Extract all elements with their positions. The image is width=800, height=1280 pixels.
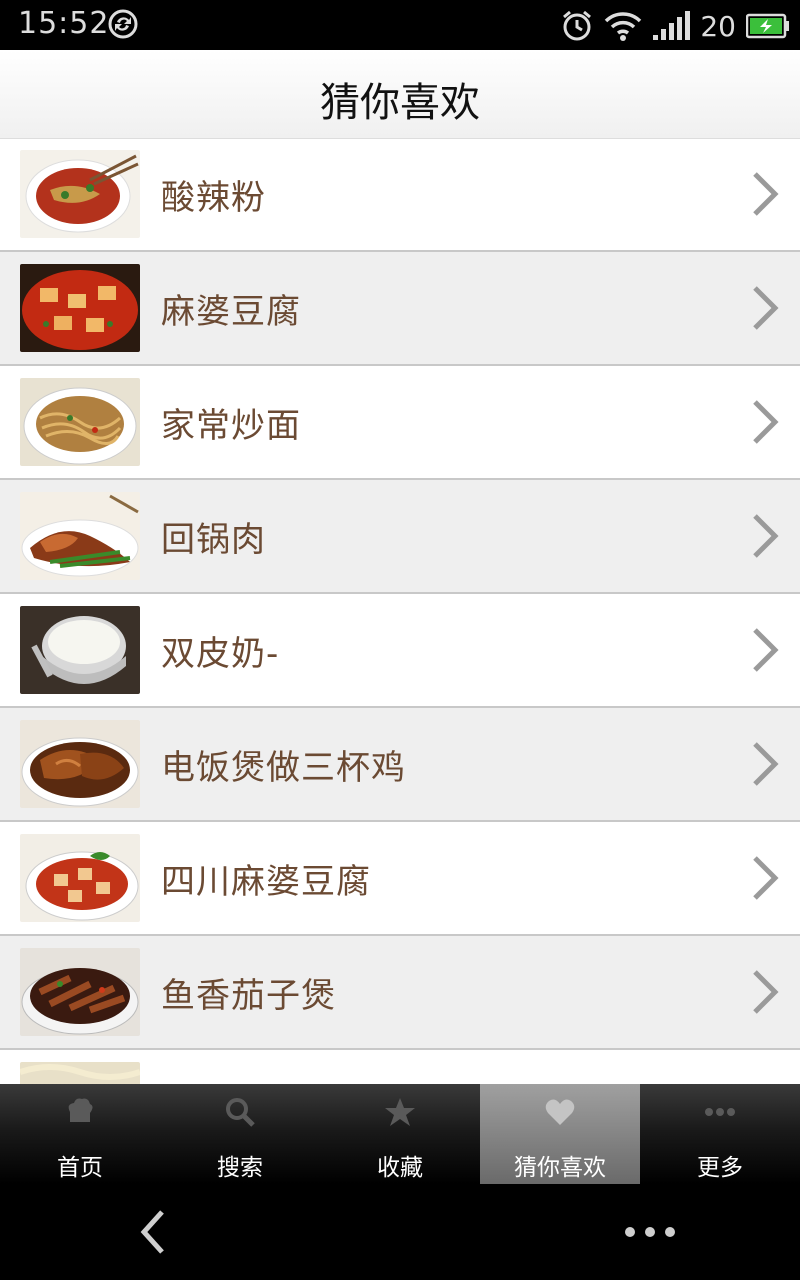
list-item[interactable] <box>0 1050 800 1084</box>
chevron-right-icon <box>753 970 779 1014</box>
tab-label: 更多 <box>697 1155 743 1181</box>
wifi-icon <box>605 12 642 41</box>
tab-label: 收藏 <box>377 1155 423 1181</box>
status-bar: 15:52 20 <box>0 0 800 50</box>
item-label: 麻婆豆腐 <box>161 292 301 332</box>
mapo-tofu-image <box>20 264 140 352</box>
tab-search[interactable]: 搜索 <box>160 1084 320 1184</box>
fried-noodles-image <box>20 378 140 466</box>
chef-hat-icon <box>68 1098 93 1122</box>
item-label: 鱼香茄子煲 <box>161 976 336 1016</box>
sichuan-mapo-tofu-image <box>20 834 140 922</box>
chevron-right-icon <box>753 286 779 330</box>
chevron-right-icon <box>753 400 779 444</box>
item-label: 家常炒面 <box>161 406 301 446</box>
item-label: 电饭煲做三杯鸡 <box>161 748 406 788</box>
list-item[interactable]: 鱼香茄子煲 <box>0 936 800 1050</box>
search-icon <box>226 1098 255 1127</box>
recipe-list[interactable]: 酸辣粉 麻婆豆腐 家常炒面 回锅肉 双皮奶- 电饭煲做三杯鸡 四川麻婆豆腐 鱼香… <box>0 138 800 1084</box>
eggplant-pot-image <box>20 948 140 1036</box>
item-label: 酸辣粉 <box>161 178 266 218</box>
title-bar: 猜你喜欢 <box>0 50 800 139</box>
three-cup-chicken-image <box>20 720 140 808</box>
tab-recommended[interactable]: 猜你喜欢 <box>480 1084 640 1184</box>
list-item[interactable]: 双皮奶- <box>0 594 800 708</box>
list-item[interactable]: 回锅肉 <box>0 480 800 594</box>
back-icon[interactable] <box>136 1208 170 1256</box>
star-icon <box>385 1098 415 1126</box>
twice-cooked-pork-image <box>20 492 140 580</box>
chevron-right-icon <box>753 172 779 216</box>
battery-icon <box>746 13 789 39</box>
tab-label: 搜索 <box>217 1155 263 1181</box>
tab-bar: 首页 搜索 收藏 猜你喜欢 更多 <box>0 1084 800 1184</box>
page-title: 猜你喜欢 <box>320 80 480 126</box>
tab-favorites[interactable]: 收藏 <box>320 1084 480 1184</box>
chevron-right-icon <box>753 514 779 558</box>
sync-icon <box>108 9 138 39</box>
list-item[interactable]: 家常炒面 <box>0 366 800 480</box>
milk-pudding-image <box>20 606 140 694</box>
noodle-dish-image <box>20 1062 140 1084</box>
list-item[interactable]: 四川麻婆豆腐 <box>0 822 800 936</box>
overflow-menu-icon[interactable] <box>622 1224 678 1240</box>
status-time: 15:52 <box>18 6 110 41</box>
tab-label: 猜你喜欢 <box>514 1155 606 1181</box>
more-dots-icon <box>705 1108 735 1116</box>
list-item[interactable]: 麻婆豆腐 <box>0 252 800 366</box>
tab-more[interactable]: 更多 <box>640 1084 800 1184</box>
tab-label: 首页 <box>57 1155 103 1181</box>
list-item[interactable]: 酸辣粉 <box>0 138 800 252</box>
battery-level: 20 <box>700 9 736 43</box>
heart-icon <box>545 1099 575 1125</box>
alarm-icon <box>563 10 592 41</box>
chevron-right-icon <box>753 856 779 900</box>
item-label: 四川麻婆豆腐 <box>161 862 371 902</box>
tab-home[interactable]: 首页 <box>0 1084 160 1184</box>
item-label: 回锅肉 <box>161 520 266 560</box>
list-item[interactable]: 电饭煲做三杯鸡 <box>0 708 800 822</box>
system-nav-bar <box>0 1184 800 1280</box>
hot-sour-noodles-image <box>20 150 140 238</box>
chevron-right-icon <box>753 628 779 672</box>
signal-icon <box>653 11 691 40</box>
chevron-right-icon <box>753 742 779 786</box>
item-label: 双皮奶- <box>161 634 280 674</box>
